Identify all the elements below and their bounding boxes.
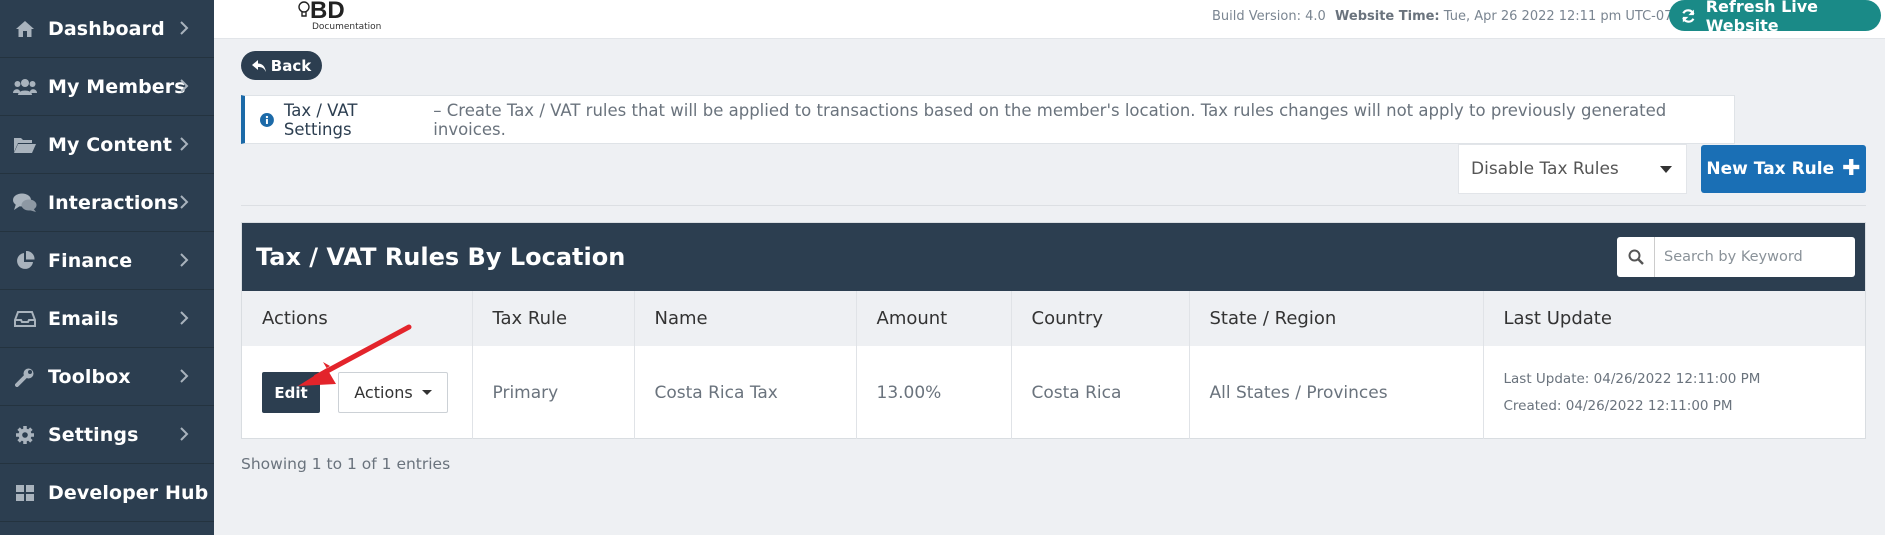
back-label: Back	[270, 56, 312, 75]
actions-label: Actions	[354, 383, 413, 402]
last-update-text: Last Update: 04/26/2022 12:11:00 PM	[1503, 370, 1761, 387]
column-header-last-update[interactable]: Last Update	[1483, 291, 1865, 346]
lightbulb-icon	[298, 1, 310, 17]
wrench-icon	[13, 365, 37, 389]
search-input[interactable]	[1655, 249, 1845, 265]
grid-icon	[13, 481, 37, 505]
column-header-country[interactable]: Country	[1011, 291, 1190, 346]
state-region-cell: All States / Provinces	[1189, 346, 1484, 439]
name-cell: Costa Rica Tax	[634, 346, 857, 439]
tax-rules-table: Actions Tax Rule Name Amount Country Sta…	[242, 291, 1865, 439]
top-bar: BD Documentation Build Version: 4.0 Webs…	[214, 0, 1885, 39]
chevron-right-icon	[180, 195, 189, 209]
table-row: Edit Actions Primary Costa Rica Tax 13.00…	[242, 346, 1865, 439]
reply-arrow-icon	[251, 59, 266, 72]
sidebar-item-toolbox[interactable]: Toolbox	[0, 348, 214, 406]
chevron-right-icon	[180, 137, 189, 151]
column-header-state-region[interactable]: State / Region	[1189, 291, 1484, 346]
sidebar-item-settings[interactable]: Settings	[0, 406, 214, 464]
column-header-name[interactable]: Name	[634, 291, 857, 346]
sidebar-item-label: Interactions	[48, 191, 179, 214]
website-time: Website Time: Tue, Apr 26 2022 12:11 pm …	[1335, 9, 1693, 24]
sidebar: Dashboard My Members My Content Interact…	[0, 0, 214, 535]
search-box	[1617, 237, 1855, 277]
entries-info: Showing 1 to 1 of 1 entries	[241, 455, 451, 473]
edit-button[interactable]: Edit	[262, 372, 320, 413]
sidebar-item-interactions[interactable]: Interactions	[0, 174, 214, 232]
sidebar-item-emails[interactable]: Emails	[0, 290, 214, 348]
search-icon	[1617, 237, 1655, 277]
sidebar-item-label: Dashboard	[48, 17, 165, 40]
gear-icon	[13, 423, 37, 447]
chevron-right-icon	[180, 253, 189, 267]
refresh-live-website-button[interactable]: Refresh Live Website	[1669, 0, 1881, 35]
chevron-right-icon	[180, 369, 189, 383]
disable-select-value: Disable Tax Rules	[1471, 159, 1619, 179]
country-cell: Costa Rica	[1011, 346, 1190, 439]
new-tax-rule-button[interactable]: New Tax Rule ✚	[1701, 145, 1866, 193]
sidebar-item-my-members[interactable]: My Members	[0, 58, 214, 116]
logo-subtext: Documentation	[312, 22, 382, 32]
home-icon	[13, 17, 37, 41]
pie-chart-icon	[13, 249, 37, 273]
sidebar-item-label: My Content	[48, 133, 173, 156]
sidebar-item-dashboard[interactable]: Dashboard	[0, 0, 214, 58]
back-button[interactable]: Back	[241, 51, 322, 80]
refresh-label: Refresh Live Website	[1705, 0, 1819, 35]
sidebar-item-label: My Members	[48, 75, 186, 98]
info-icon	[260, 112, 274, 127]
actions-cell: Edit Actions	[242, 346, 473, 439]
sidebar-item-label: Developer Hub	[48, 481, 209, 504]
comments-icon	[13, 191, 37, 215]
panel-header: Tax / VAT Rules By Location	[242, 223, 1865, 291]
sidebar-item-developer-hub[interactable]: Developer Hub	[0, 464, 214, 522]
logo[interactable]: BD Documentation	[254, 0, 424, 36]
new-rule-label: New Tax Rule	[1706, 159, 1835, 179]
folder-open-icon	[13, 133, 37, 157]
website-time-value: Tue, Apr 26 2022 12:11 pm UTC-07:00	[1443, 9, 1694, 24]
column-header-tax-rule[interactable]: Tax Rule	[472, 291, 635, 346]
last-update-cell: Last Update: 04/26/2022 12:11:00 PM Crea…	[1483, 346, 1865, 439]
refresh-icon	[1682, 8, 1695, 23]
inbox-icon	[13, 307, 37, 331]
users-icon	[13, 75, 37, 99]
actions-dropdown-button[interactable]: Actions	[338, 372, 448, 413]
column-header-actions[interactable]: Actions	[242, 291, 473, 346]
column-header-amount[interactable]: Amount	[856, 291, 1012, 346]
sidebar-item-my-content[interactable]: My Content	[0, 116, 214, 174]
created-text: Created: 04/26/2022 12:11:00 PM	[1503, 397, 1733, 414]
chevron-right-icon	[180, 79, 189, 93]
info-text: – Create Tax / VAT rules that will be ap…	[433, 100, 1667, 139]
caret-down-icon	[421, 390, 432, 395]
sidebar-item-finance[interactable]: Finance	[0, 232, 214, 290]
info-title: Tax / VAT Settings	[283, 100, 358, 139]
table-header-row: Actions Tax Rule Name Amount Country Sta…	[242, 291, 1865, 346]
amount-cell: 13.00%	[856, 346, 1012, 439]
sidebar-item-label: Finance	[48, 249, 133, 272]
caret-down-icon	[1660, 166, 1672, 173]
chevron-right-icon	[180, 21, 189, 35]
divider	[241, 205, 1866, 206]
chevron-right-icon	[180, 427, 189, 441]
tax-rule-cell: Primary	[472, 346, 635, 439]
info-banner: Tax / VAT Settings – Create Tax / VAT ru…	[241, 95, 1735, 144]
build-version: Build Version: 4.0	[1212, 9, 1326, 24]
plus-icon: ✚	[1842, 156, 1861, 181]
sidebar-item-label: Toolbox	[48, 365, 131, 388]
sidebar-item-label: Settings	[48, 423, 139, 446]
tax-rules-panel: Tax / VAT Rules By Location Actions Tax …	[241, 222, 1866, 439]
sidebar-item-label: Emails	[48, 307, 119, 330]
chevron-right-icon	[180, 311, 189, 325]
website-time-label: Website Time:	[1335, 9, 1440, 24]
panel-title: Tax / VAT Rules By Location	[256, 243, 626, 271]
disable-tax-rules-select[interactable]: Disable Tax Rules	[1458, 144, 1687, 194]
